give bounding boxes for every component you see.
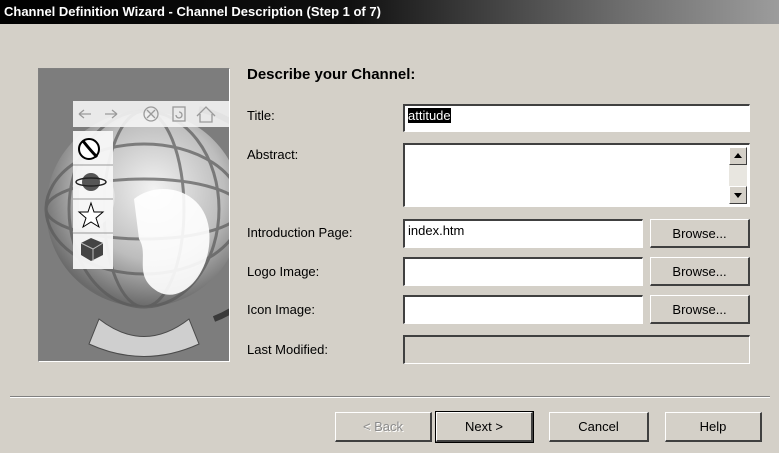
title-label-text: Title: — [247, 108, 275, 123]
scroll-up-icon[interactable] — [729, 147, 747, 165]
logo-image-field[interactable] — [403, 257, 643, 286]
channel-guide-icon — [78, 138, 100, 160]
last-modified-field — [403, 335, 750, 364]
page-heading: Describe your Channel: — [247, 66, 416, 83]
icon-image-label: Icon Image: — [247, 302, 315, 317]
wizard-window: Channel Definition Wizard - Channel Desc… — [0, 0, 779, 453]
icon-image-field[interactable] — [403, 295, 643, 324]
help-button[interactable]: Help — [665, 412, 762, 442]
logo-image-browse-button[interactable]: Browse... — [650, 257, 750, 286]
title-field[interactable]: attitude — [403, 104, 750, 132]
title-bar[interactable]: Channel Definition Wizard - Channel Desc… — [0, 0, 779, 24]
abstract-label: Abstract: — [247, 147, 298, 162]
scroll-down-icon[interactable] — [729, 186, 747, 204]
back-button[interactable]: < Back — [335, 412, 432, 442]
intro-page-field-value: index.htm — [408, 223, 465, 238]
button-divider — [10, 396, 770, 398]
last-modified-label-text: Last Modified: — [247, 342, 328, 357]
intro-page-label: Introduction Page: — [247, 225, 353, 240]
wizard-artwork — [38, 68, 230, 362]
icon-image-browse-button[interactable]: Browse... — [650, 295, 750, 324]
intro-page-label-text: Introduction Page: — [247, 225, 353, 240]
intro-page-field[interactable]: index.htm — [403, 219, 643, 248]
logo-image-label: Logo Image: — [247, 264, 319, 279]
title-field-value: attitude — [408, 108, 451, 123]
next-button[interactable]: Next > — [435, 411, 534, 443]
intro-page-browse-button[interactable]: Browse... — [650, 219, 750, 248]
abstract-label-text: Abstract: — [247, 147, 299, 162]
abstract-scrollbar[interactable] — [729, 147, 747, 204]
title-label: Title: — [247, 108, 275, 123]
logo-image-label-text: Logo Image: — [247, 264, 320, 279]
cancel-button[interactable]: Cancel — [549, 412, 649, 442]
icon-image-label-text: Icon Image: — [247, 302, 315, 317]
window-title: Channel Definition Wizard - Channel Desc… — [4, 4, 381, 19]
globe-artwork — [39, 69, 229, 361]
last-modified-label: Last Modified: — [247, 342, 328, 357]
abstract-field[interactable] — [403, 143, 750, 207]
